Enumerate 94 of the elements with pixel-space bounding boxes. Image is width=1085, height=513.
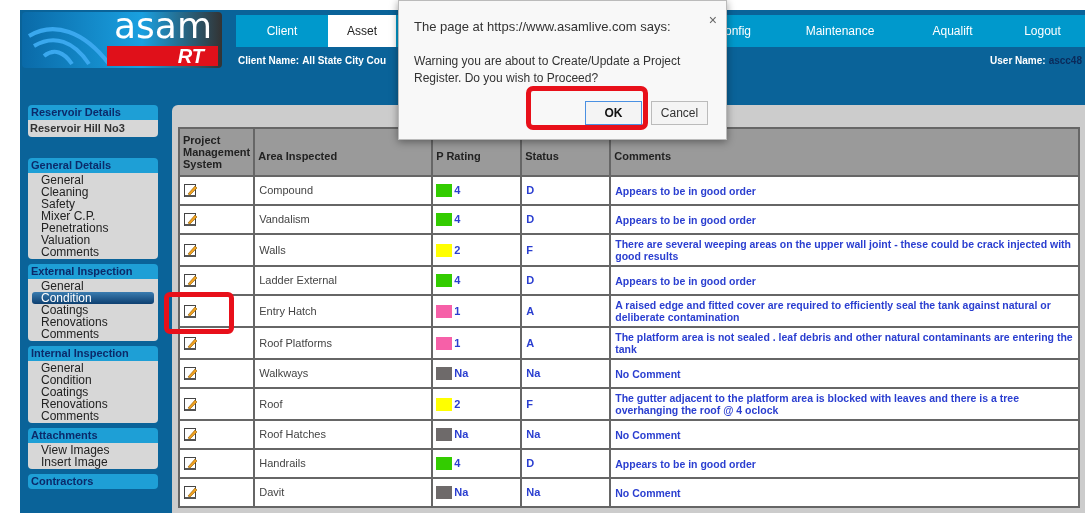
- status-value: D: [521, 449, 611, 478]
- comment-text: Appears to be in good order: [615, 184, 756, 197]
- edit-note-icon[interactable]: [184, 183, 198, 198]
- table-cell: Vandalism: [254, 205, 433, 234]
- dialog-button[interactable]: Cancel: [651, 100, 708, 125]
- dialog-title: The page at https://www.asamlive.com says:: [414, 18, 671, 36]
- edit-note-icon[interactable]: [184, 456, 198, 471]
- status-value: Na: [521, 359, 611, 388]
- edit-note-icon[interactable]: [184, 335, 198, 351]
- rating-value: Na: [454, 366, 469, 382]
- edit-note-icon[interactable]: [184, 396, 198, 412]
- status-value: Na: [521, 420, 611, 449]
- table-cell: Davit: [254, 478, 433, 507]
- sidebar-section-header: Internal Inspection: [28, 346, 158, 361]
- logo-badge: RT: [107, 46, 218, 66]
- table-cell: Compound: [254, 176, 433, 205]
- sidebar-section-header: Attachments: [28, 428, 158, 443]
- rating-value: 1: [454, 335, 461, 351]
- sidebar-link[interactable]: General: [32, 362, 154, 374]
- comment-text: No Comment: [615, 367, 681, 380]
- edit-note-icon[interactable]: [184, 366, 198, 381]
- client-name-label: Client Name:: [238, 54, 300, 68]
- table-cell: Walls: [254, 234, 433, 266]
- comment-text: Appears to be in good order: [615, 274, 756, 287]
- close-button[interactable]: ×: [708, 13, 717, 27]
- sidebar-link[interactable]: Condition: [32, 374, 154, 386]
- comment-text: Appears to be in good order: [615, 213, 756, 226]
- comment-text: There are several weeping areas on the upper wall joint - these could be crack injected with good results: [615, 238, 1071, 262]
- edit-note-icon[interactable]: [184, 303, 198, 319]
- edit-note-icon[interactable]: [184, 485, 198, 500]
- sidebar-link[interactable]: General: [32, 280, 154, 292]
- rating-value: 2: [454, 242, 461, 258]
- rating-value: Na: [454, 427, 469, 443]
- edit-note-icon[interactable]: [184, 242, 198, 258]
- rating-value: Na: [454, 485, 469, 501]
- status-value: F: [521, 388, 611, 420]
- table-cell: Walkways: [254, 359, 433, 388]
- sidebar-section-header: Contractors: [28, 474, 158, 489]
- sidebar-link[interactable]: Coatings: [32, 304, 154, 316]
- sidebar-section-header: General Details: [28, 158, 158, 173]
- sidebar-link[interactable]: Penetrations: [32, 222, 154, 234]
- table-cell: Ladder External: [254, 266, 433, 295]
- comment-text: No Comment: [615, 486, 681, 499]
- rating-value: 2: [454, 396, 461, 412]
- sidebar-link[interactable]: Valuation: [32, 234, 154, 246]
- table-cell: Roof Platforms: [254, 327, 433, 359]
- sidebar-link[interactable]: Condition: [32, 292, 154, 304]
- sidebar-link[interactable]: Renovations: [32, 398, 154, 410]
- comment-text: A raised edge and fitted cover are required to efficiently seal the tank against natural or deliberate contamination: [615, 299, 1051, 323]
- column-header: Project Management System: [179, 128, 255, 176]
- edit-note-icon[interactable]: [184, 427, 198, 442]
- sidebar-link[interactable]: Comments: [32, 410, 154, 422]
- comment-text: Appears to be in good order: [615, 457, 756, 470]
- edit-note-icon[interactable]: [184, 273, 198, 288]
- sidebar-link[interactable]: Cleaning: [32, 186, 154, 198]
- rating-value: 4: [454, 183, 461, 199]
- sidebar-link[interactable]: Coatings: [32, 386, 154, 398]
- logo-wordmark: asam: [114, 12, 212, 46]
- rating-value: 4: [454, 212, 461, 228]
- table-cell: Entry Hatch: [254, 295, 433, 327]
- sidebar-link[interactable]: Mixer C.P.: [32, 210, 154, 222]
- comment-text: No Comment: [615, 428, 681, 441]
- sidebar-link[interactable]: General: [32, 174, 154, 186]
- reservoir-name: Reservoir Hill No3: [30, 121, 126, 136]
- edit-note-icon[interactable]: [184, 212, 198, 227]
- status-value: D: [521, 205, 611, 234]
- dialog-message: Warning you are about to Create/Update a Project Register. Do you wish to Proceed?: [414, 52, 682, 87]
- sidebar-link[interactable]: Comments: [32, 328, 154, 340]
- rating-value: 4: [454, 273, 461, 289]
- status-value: D: [521, 176, 611, 205]
- status-value: A: [521, 327, 611, 359]
- sidebar-section-header: External Inspection: [28, 264, 158, 279]
- rating-value: 4: [454, 456, 461, 472]
- status-value: Na: [521, 478, 611, 507]
- client-name-value: All State City Cou: [302, 54, 387, 68]
- comment-text: The gutter adjacent to the platform area is blocked with leaves and there is a tree overhanging the roof @ 4 oclock: [615, 392, 1020, 416]
- table-cell: Handrails: [254, 449, 433, 478]
- status-value: D: [521, 266, 611, 295]
- sidebar-link[interactable]: Renovations: [32, 316, 154, 328]
- sidebar-link[interactable]: Insert Image: [32, 456, 154, 468]
- nav-tab[interactable]: Asset: [328, 15, 396, 47]
- table-cell: Roof Hatches: [254, 420, 433, 449]
- status-value: F: [521, 234, 611, 266]
- user-name-value: ascc48: [1048, 54, 1082, 68]
- rating-value: 1: [454, 303, 461, 319]
- dialog-button[interactable]: OK: [585, 100, 642, 125]
- sidebar-link[interactable]: Comments: [32, 246, 154, 258]
- user-name-label: User Name:: [990, 54, 1046, 68]
- comment-text: The platform area is not sealed . leaf debris and other natural contaminants are entering the tank: [615, 331, 1073, 355]
- sidebar-link[interactable]: Safety: [32, 198, 154, 210]
- sidebar-section-header: Reservoir Details: [28, 105, 158, 120]
- status-value: A: [521, 295, 611, 327]
- sidebar-link[interactable]: View Images: [32, 444, 154, 456]
- table-cell: Roof: [254, 388, 433, 420]
